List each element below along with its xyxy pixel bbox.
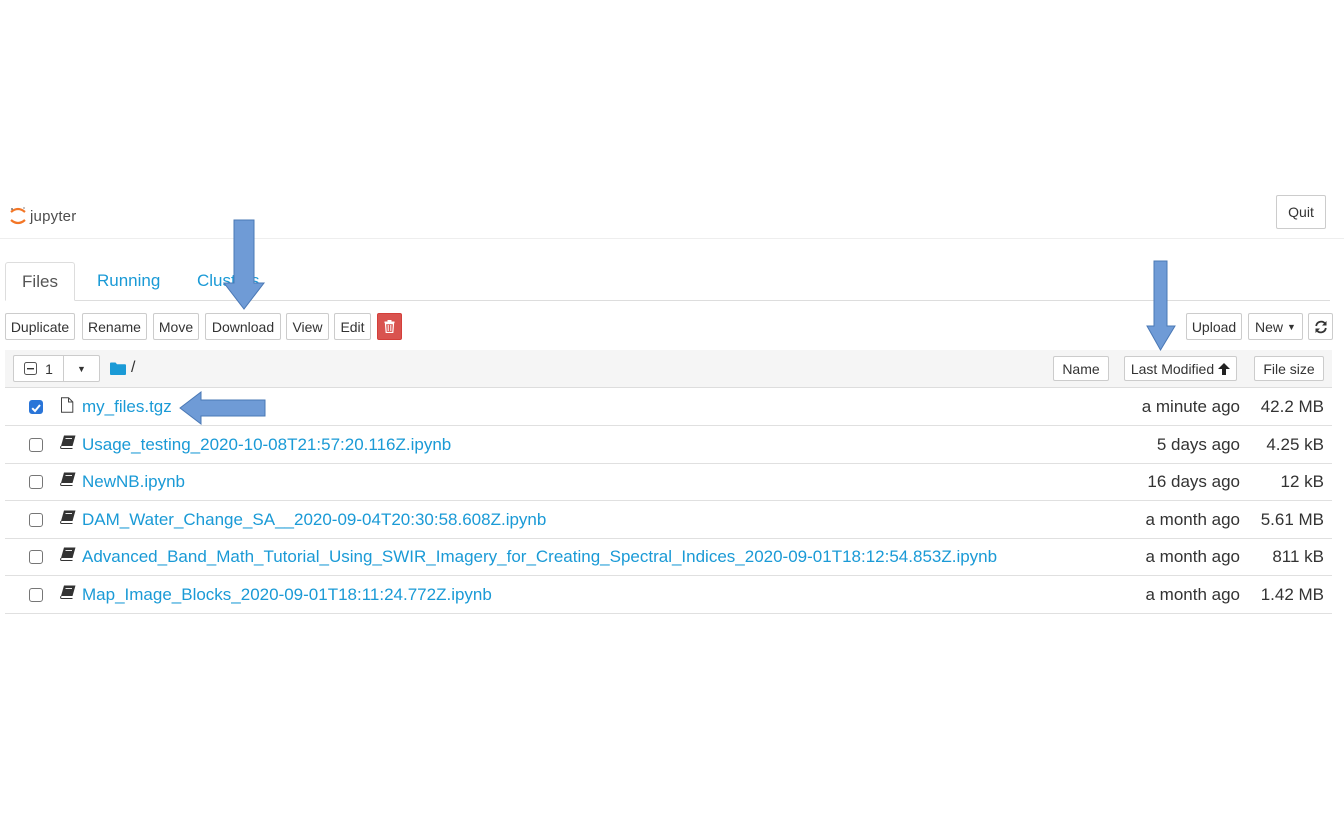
file-icon (61, 397, 74, 413)
file-toolbar: Duplicate Rename Move Download View Edit… (0, 313, 1344, 341)
notebook-icon (60, 472, 76, 486)
delete-button[interactable] (377, 313, 402, 340)
annotation-arrow-down-icon (1146, 260, 1176, 351)
file-modified: 5 days ago (1156, 435, 1240, 454)
notebook-icon (60, 585, 76, 599)
file-size: 12 kB (1280, 472, 1324, 491)
file-modified: a month ago (1145, 510, 1240, 529)
jupyter-logo[interactable]: jupyter (9, 206, 76, 226)
row-checkbox[interactable] (29, 438, 43, 452)
file-name-link[interactable]: Advanced_Band_Math_Tutorial_Using_SWIR_I… (82, 547, 997, 567)
file-name-link[interactable]: DAM_Water_Change_SA__2020-09-04T20:30:58… (82, 510, 546, 530)
tab-files[interactable]: Files (5, 262, 75, 301)
file-row[interactable]: Advanced_Band_Math_Tutorial_Using_SWIR_I… (5, 538, 1332, 576)
selected-count: 1 (45, 360, 53, 377)
notebook-icon (60, 510, 76, 524)
upload-button[interactable]: Upload (1186, 313, 1242, 340)
caret-down-icon: ▼ (77, 363, 86, 374)
rename-button[interactable]: Rename (82, 313, 147, 340)
row-checkbox[interactable] (29, 475, 43, 489)
select-dropdown-button[interactable]: ▼ (63, 355, 100, 382)
edit-button[interactable]: Edit (334, 313, 371, 340)
row-checkbox[interactable] (29, 513, 43, 527)
file-modified: a month ago (1145, 547, 1240, 566)
breadcrumb-root[interactable]: / (131, 359, 135, 377)
arrow-up-icon (1218, 362, 1231, 375)
sort-last-modified-label: Last Modified (1130, 360, 1215, 377)
quit-button[interactable]: Quit (1276, 195, 1326, 229)
file-name-link[interactable]: Map_Image_Blocks_2020-09-01T18:11:24.772… (82, 585, 492, 605)
view-button[interactable]: View (286, 313, 329, 340)
minus-checkbox-icon (24, 362, 38, 375)
refresh-button[interactable] (1308, 313, 1333, 340)
select-all-button[interactable]: 1 (13, 355, 64, 382)
header-bar: jupyter Quit (0, 192, 1344, 239)
notebook-icon (60, 435, 76, 449)
file-size: 1.42 MB (1260, 585, 1324, 604)
move-button[interactable]: Move (153, 313, 199, 340)
row-checkbox[interactable] (29, 550, 43, 564)
duplicate-button[interactable]: Duplicate (5, 313, 75, 340)
sort-last-modified-button[interactable]: Last Modified (1124, 356, 1237, 381)
refresh-icon (1314, 320, 1327, 333)
new-label: New (1255, 318, 1284, 335)
annotation-arrow-left-icon (179, 391, 266, 425)
jupyter-logo-icon (10, 207, 26, 225)
new-dropdown-button[interactable]: New ▼ (1248, 313, 1303, 340)
caret-down-icon: ▼ (1287, 321, 1296, 332)
file-row[interactable]: Map_Image_Blocks_2020-09-01T18:11:24.772… (5, 576, 1332, 614)
file-row[interactable]: DAM_Water_Change_SA__2020-09-04T20:30:58… (5, 501, 1332, 539)
sort-name-button[interactable]: Name (1053, 356, 1109, 381)
row-checkbox[interactable] (29, 588, 43, 602)
file-name-link[interactable]: Usage_testing_2020-10-08T21:57:20.116Z.i… (82, 435, 451, 455)
download-button[interactable]: Download (205, 313, 281, 340)
row-checkbox[interactable] (29, 400, 43, 414)
breadcrumb: / (110, 359, 135, 377)
sort-file-size-button[interactable]: File size (1254, 356, 1324, 381)
file-size: 5.61 MB (1260, 510, 1324, 529)
file-modified: a month ago (1145, 585, 1240, 604)
notebook-icon (60, 547, 76, 561)
file-modified: a minute ago (1141, 397, 1240, 416)
folder-icon[interactable] (110, 362, 126, 375)
file-row[interactable]: NewNB.ipynb 16 days ago 12 kB (5, 463, 1332, 501)
tab-running[interactable]: Running (97, 262, 160, 300)
tab-bar: Files Running Clusters (5, 262, 1330, 301)
file-name-link[interactable]: NewNB.ipynb (82, 472, 185, 492)
file-list-header: 1 ▼ / Name Last Modified File size (5, 350, 1332, 388)
trash-icon (384, 320, 395, 333)
checkmark-icon (31, 404, 41, 413)
file-size: 4.25 kB (1266, 435, 1324, 454)
file-row[interactable]: Usage_testing_2020-10-08T21:57:20.116Z.i… (5, 426, 1332, 464)
file-modified: 16 days ago (1147, 472, 1240, 491)
file-name-link[interactable]: my_files.tgz (82, 397, 172, 417)
file-size: 811 kB (1272, 547, 1324, 566)
annotation-arrow-down-icon (222, 219, 266, 310)
file-size: 42.2 MB (1260, 397, 1324, 416)
logo-text: jupyter (30, 207, 77, 225)
